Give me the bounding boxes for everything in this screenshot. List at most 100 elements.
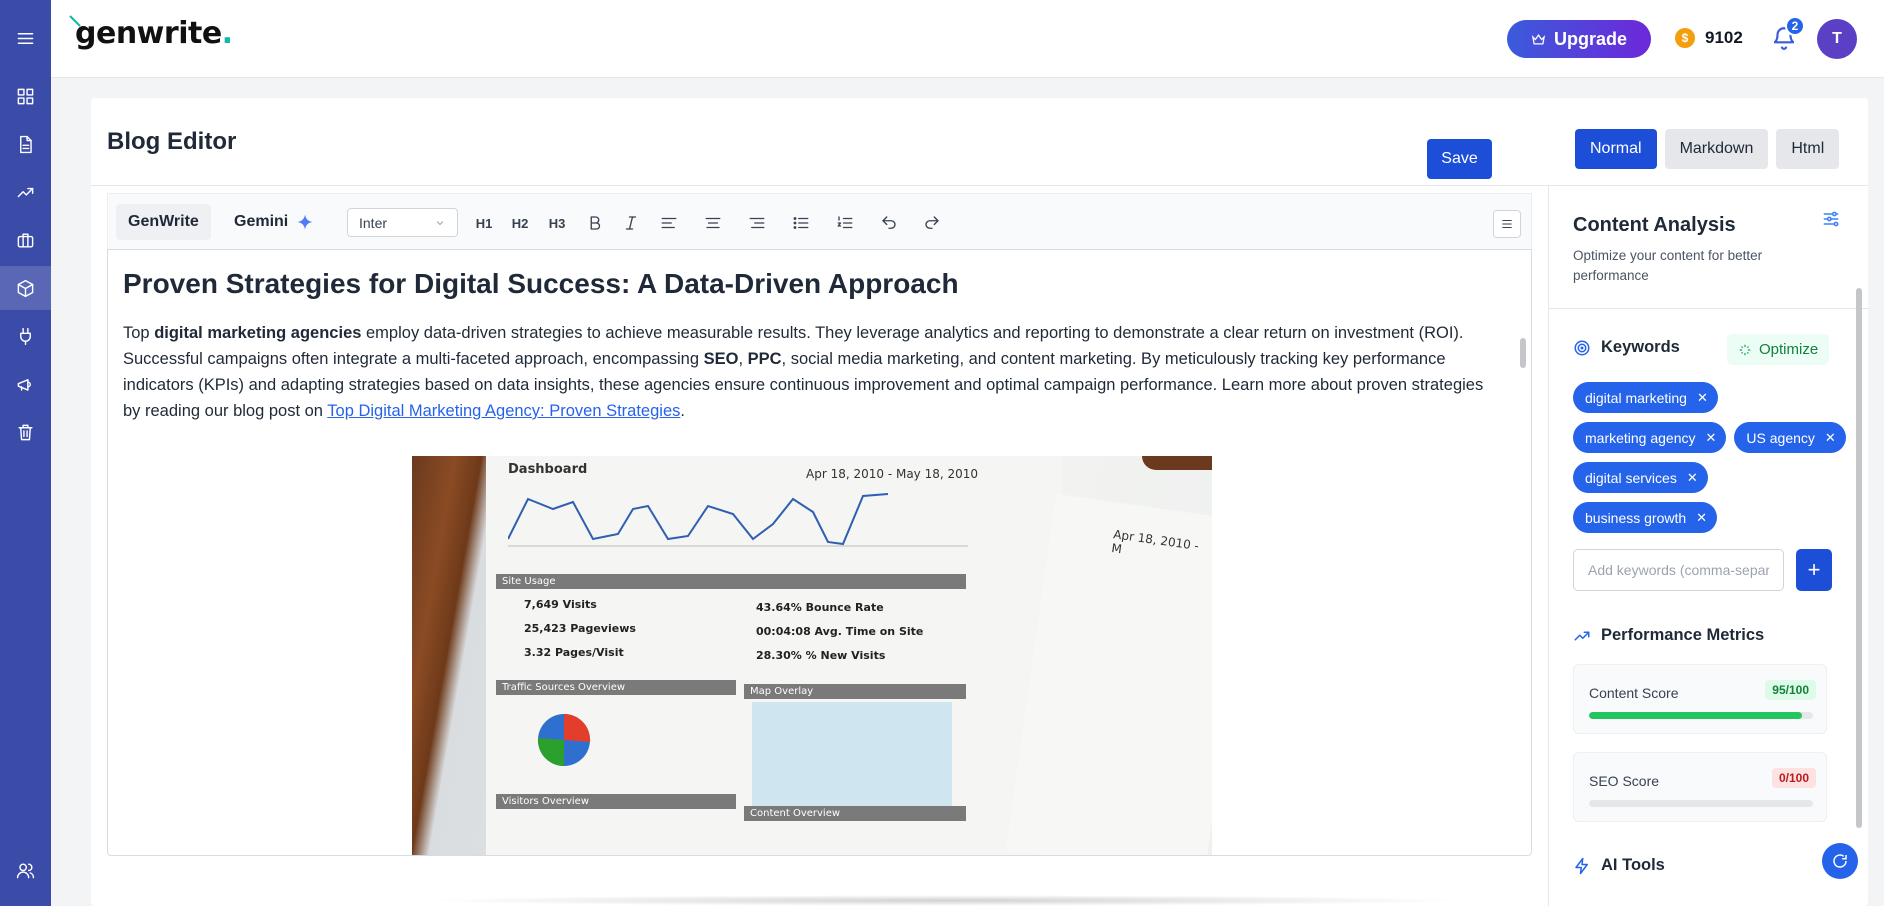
content-score-badge: 95/100	[1765, 680, 1816, 700]
mode-markdown-button[interactable]: Markdown	[1664, 129, 1769, 169]
redo-button[interactable]	[919, 210, 945, 236]
align-right-icon	[749, 217, 765, 229]
seo-score-bar	[1589, 800, 1813, 807]
align-left-button[interactable]	[656, 210, 682, 236]
floating-bar-shadow	[420, 895, 1470, 906]
content-score-bar	[1589, 712, 1813, 719]
keyword-chip[interactable]: digital marketing ✕	[1573, 382, 1718, 413]
upgrade-button[interactable]: Upgrade	[1507, 20, 1651, 58]
seo-score-badge: 0/100	[1771, 768, 1816, 788]
document-icon	[20, 135, 32, 153]
sidebar-item-editor[interactable]	[0, 266, 51, 310]
sidebar-item-dashboard[interactable]	[0, 74, 51, 118]
sidebar-item-campaigns[interactable]	[0, 362, 51, 406]
article-paragraph[interactable]: Top digital marketing agencies employ da…	[123, 320, 1493, 424]
trending-up-icon	[17, 187, 34, 197]
lightning-icon	[1575, 857, 1588, 874]
align-center-icon	[705, 217, 721, 229]
sidebar-item-jobs[interactable]	[0, 218, 51, 262]
bold-button[interactable]	[582, 210, 608, 236]
undo-button[interactable]	[876, 210, 902, 236]
chat-support-button[interactable]	[1822, 843, 1858, 879]
editor-mode-switch: Normal Markdown Html	[1575, 129, 1840, 169]
italic-icon	[625, 216, 637, 230]
align-center-button[interactable]	[700, 210, 726, 236]
sidebar-item-blogs[interactable]	[0, 122, 51, 166]
plug-icon	[20, 327, 31, 345]
remove-keyword-icon[interactable]: ✕	[1696, 511, 1707, 524]
sidebar-item-analytics[interactable]	[0, 170, 51, 214]
sidebar-item-users[interactable]	[0, 848, 51, 892]
keyword-chip[interactable]: digital services ✕	[1573, 462, 1708, 493]
rich-text-editor: GenWrite Gemini Inter H1 H2 H3 Proven St…	[107, 193, 1532, 856]
numbered-list-icon	[837, 216, 853, 229]
dashboard-paper: Dashboard Apr 18, 2010 - May 18, 2010 Si…	[486, 456, 1062, 855]
keyword-chips: digital marketing ✕ marketing agency ✕ US …	[1573, 382, 1853, 533]
save-button[interactable]: Save	[1427, 139, 1492, 179]
remove-keyword-icon[interactable]: ✕	[1697, 391, 1708, 404]
content-score-card: Content Score 95/100	[1573, 664, 1827, 734]
keyword-chip[interactable]: marketing agency ✕	[1573, 422, 1727, 453]
briefcase-icon	[17, 232, 34, 248]
notifications-button[interactable]: 2	[1771, 16, 1805, 53]
panel-title: Content Analysis	[1573, 214, 1736, 236]
crown-icon	[1531, 33, 1546, 44]
article-link[interactable]: Top Digital Marketing Agency: Proven Str…	[327, 402, 680, 420]
content-analysis-panel: Content Analysis Optimize your content f…	[1548, 186, 1869, 906]
performance-metrics-heading: Performance Metrics	[1573, 626, 1764, 645]
panel-header: Content Analysis Optimize your content f…	[1549, 186, 1869, 309]
dashboard-line-chart	[508, 493, 968, 547]
heading-3-button[interactable]: H3	[544, 210, 570, 236]
menu-lines-icon	[1502, 219, 1512, 229]
remove-keyword-icon[interactable]: ✕	[1825, 431, 1836, 444]
logo[interactable]: genwrite.	[75, 16, 233, 51]
article-image[interactable]: Dashboard Apr 18, 2010 - May 18, 2010 Si…	[412, 456, 1212, 855]
traffic-pie-chart	[537, 713, 591, 767]
target-icon	[1574, 340, 1590, 355]
bullet-list-button[interactable]	[788, 210, 814, 236]
keywords-heading: Keywords	[1573, 338, 1680, 357]
italic-button[interactable]	[618, 210, 644, 236]
tab-genwrite[interactable]: GenWrite	[116, 204, 211, 240]
panel-scrollbar[interactable]	[1856, 288, 1862, 828]
tab-gemini[interactable]: Gemini	[224, 204, 324, 240]
ai-tools-heading: AI Tools	[1573, 856, 1665, 875]
keyword-chip[interactable]: US agency ✕	[1734, 422, 1846, 453]
editor-content[interactable]: Proven Strategies for Digital Success: A…	[107, 249, 1532, 856]
sidebar-item-integrations[interactable]	[0, 314, 51, 358]
align-right-button[interactable]	[744, 210, 770, 236]
font-family-select[interactable]: Inter	[347, 208, 458, 237]
optimize-button[interactable]: Optimize	[1727, 334, 1830, 365]
content-score-fill	[1589, 712, 1802, 719]
align-left-icon	[661, 217, 677, 229]
numbered-list-button[interactable]	[832, 210, 858, 236]
editor-scrollbar[interactable]	[1520, 338, 1526, 368]
refresh-chat-icon	[1833, 854, 1847, 868]
remove-keyword-icon[interactable]: ✕	[1706, 431, 1717, 444]
mode-html-button[interactable]: Html	[1776, 129, 1840, 169]
remove-keyword-icon[interactable]: ✕	[1687, 471, 1698, 484]
sidebar-item-trash[interactable]	[0, 410, 51, 454]
sidebar-rail	[0, 0, 51, 906]
heading-2-button[interactable]: H2	[507, 210, 533, 236]
notification-badge: 2	[1785, 16, 1805, 36]
menu-toggle-button[interactable]	[0, 16, 51, 60]
avatar[interactable]: T	[1817, 19, 1857, 59]
mode-normal-button[interactable]: Normal	[1575, 129, 1657, 169]
hamburger-icon	[17, 32, 34, 44]
keyword-chip[interactable]: business growth ✕	[1573, 502, 1718, 533]
sliders-icon	[1823, 211, 1839, 227]
chevron-down-icon	[436, 220, 444, 225]
article-title[interactable]: Proven Strategies for Digital Success: A…	[123, 268, 959, 300]
add-keyword-button[interactable]: +	[1796, 549, 1832, 591]
toolbar-menu-button[interactable]	[1493, 210, 1521, 238]
users-icon	[16, 862, 35, 878]
bullet-list-icon	[793, 217, 809, 229]
keyword-input[interactable]	[1573, 549, 1784, 591]
credits-display[interactable]: $ 9102	[1675, 28, 1743, 48]
credits-count: 9102	[1705, 28, 1743, 47]
megaphone-icon	[17, 378, 31, 391]
heading-1-button[interactable]: H1	[471, 210, 497, 236]
panel-settings-button[interactable]	[1821, 209, 1843, 231]
map-overlay	[752, 702, 952, 812]
